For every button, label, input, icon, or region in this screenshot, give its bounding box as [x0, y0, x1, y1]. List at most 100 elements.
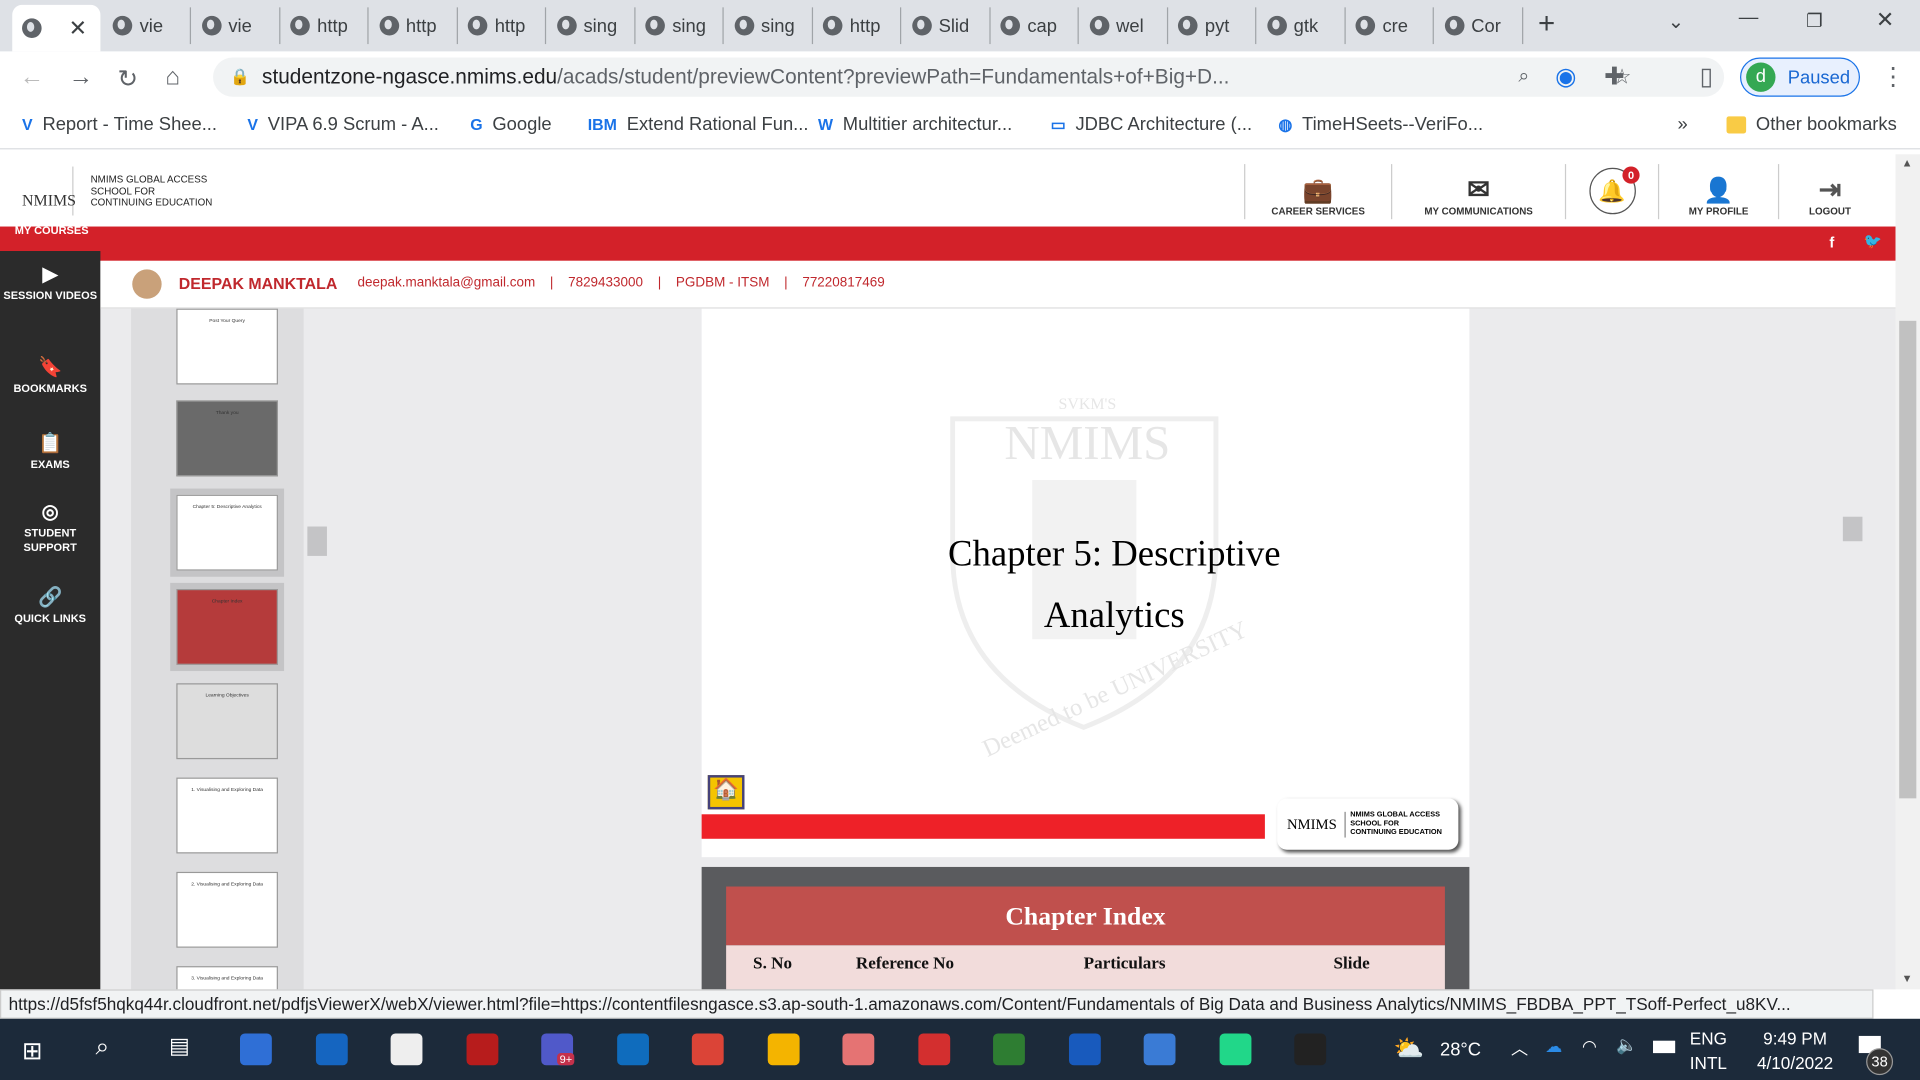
- browser-tab[interactable]: sing: [636, 7, 724, 45]
- taskbar-app-icon[interactable]: [691, 1033, 724, 1066]
- bookmark-item[interactable]: G Google: [470, 114, 551, 135]
- menu-icon[interactable]: ⋮: [1881, 61, 1905, 92]
- bookmarks-overflow[interactable]: »: [1678, 114, 1688, 135]
- wifi-icon[interactable]: ◠: [1582, 1036, 1597, 1057]
- side-panel-icon[interactable]: ▯: [1700, 61, 1713, 92]
- minimize-button[interactable]: —: [1739, 7, 1759, 29]
- bookmark-item[interactable]: W Multitier architectur...: [818, 114, 1012, 135]
- page-scrollbar[interactable]: ▲ ▼: [1895, 154, 1920, 990]
- school-line: SCHOOL FOR: [90, 185, 156, 197]
- forward-icon[interactable]: →: [69, 64, 93, 92]
- browser-tab[interactable]: vie: [103, 7, 192, 45]
- my-profile-link[interactable]: 👤 MY PROFILE: [1657, 164, 1778, 220]
- viewer-scroll-handle[interactable]: [1842, 516, 1863, 542]
- tray-chevron-icon[interactable]: ︿: [1511, 1036, 1528, 1060]
- onedrive-icon[interactable]: ☁: [1545, 1036, 1562, 1057]
- browser-tab[interactable]: http: [458, 7, 547, 45]
- sidebar-item-quick-links[interactable]: 🔗 QUICK LINKS: [0, 588, 100, 625]
- extension-icon[interactable]: ◉: [1555, 61, 1576, 92]
- taskbar-app-icon[interactable]: [1218, 1033, 1251, 1066]
- browser-tab[interactable]: wel: [1079, 7, 1168, 45]
- slide-thumbnail[interactable]: Thank you: [176, 400, 278, 477]
- browser-tab[interactable]: http: [813, 7, 902, 45]
- notifications-button[interactable]: 🔔 0: [1564, 164, 1658, 220]
- slide-thumbnail[interactable]: 3. Visualising and Exploring Data: [176, 966, 278, 990]
- browser-tab[interactable]: pyt: [1168, 7, 1257, 45]
- close-tab-icon[interactable]: ✕: [69, 15, 87, 41]
- sidebar-item-exams[interactable]: 📋 EXAMS: [0, 434, 100, 471]
- tab-favicon-icon: [467, 15, 488, 36]
- zoom-icon[interactable]: ⌕: [1518, 58, 1529, 97]
- logout-link[interactable]: ⇥ LOGOUT: [1777, 164, 1881, 220]
- clock[interactable]: 9:49 PM 4/10/2022: [1746, 1026, 1844, 1075]
- taskbar-app-icon[interactable]: [315, 1033, 348, 1066]
- restore-button[interactable]: ❐: [1806, 10, 1822, 32]
- taskbar-app-icon[interactable]: [390, 1033, 423, 1066]
- battery-icon[interactable]: [1653, 1040, 1676, 1054]
- thumbnail-panel[interactable]: Post Your Query Thank you Chapter 5: Descr…: [131, 308, 304, 990]
- slide-thumbnail[interactable]: Chapter Index: [170, 582, 285, 672]
- browser-tab[interactable]: Cor: [1434, 7, 1523, 45]
- taskbar-app-icon[interactable]: [616, 1033, 649, 1066]
- my-communications-link[interactable]: ✉ MY COMMUNICATIONS: [1391, 164, 1565, 220]
- task-view-icon[interactable]: ▤: [169, 1033, 190, 1059]
- browser-tab[interactable]: vie: [192, 7, 280, 45]
- extensions-puzzle-icon[interactable]: ✚: [1604, 61, 1625, 92]
- browser-tab[interactable]: gtk: [1257, 7, 1346, 45]
- sidebar-item-session-videos[interactable]: ▶ SESSION VIDEOS: [0, 265, 100, 302]
- taskbar-app-icon[interactable]: [465, 1033, 498, 1066]
- weather-icon[interactable]: ⛅: [1393, 1033, 1423, 1064]
- bookmark-item[interactable]: V VIPA 6.9 Scrum - A...: [247, 114, 439, 135]
- language-indicator[interactable]: ENG INTL: [1690, 1026, 1727, 1075]
- search-icon[interactable]: ⌕: [96, 1033, 110, 1061]
- taskbar-app-icon[interactable]: [993, 1033, 1025, 1066]
- tab-search-icon[interactable]: ⌄: [1668, 10, 1684, 34]
- bookmark-item[interactable]: ▭ JDBC Architecture (...: [1051, 114, 1252, 135]
- slide-thumbnail[interactable]: Learning Objectives: [176, 683, 278, 760]
- taskbar-app-icon[interactable]: [767, 1033, 799, 1066]
- taskbar-app-icon[interactable]: [240, 1033, 272, 1066]
- taskbar-app-icon[interactable]: [1068, 1033, 1101, 1066]
- panel-resize-handle[interactable]: [307, 526, 327, 556]
- slide-thumbnail[interactable]: Chapter 5: Descriptive Analytics: [170, 488, 285, 577]
- taskbar-app-icon[interactable]: [842, 1033, 875, 1066]
- browser-tab[interactable]: http: [369, 7, 458, 45]
- reload-icon[interactable]: ↻: [118, 64, 139, 95]
- back-icon[interactable]: ←: [20, 64, 44, 92]
- other-bookmarks[interactable]: Other bookmarks: [1726, 114, 1897, 135]
- slide-thumbnail[interactable]: Post Your Query: [176, 308, 278, 385]
- slide-thumbnail[interactable]: 1. Visualising and Exploring Data: [176, 777, 278, 854]
- browser-tab[interactable]: cap: [991, 7, 1079, 45]
- home-slide-button[interactable]: 🏠: [707, 775, 745, 810]
- browser-tab[interactable]: Slid: [902, 7, 991, 45]
- browser-tab[interactable]: cre: [1346, 7, 1434, 45]
- browser-tab[interactable]: sing: [547, 7, 635, 45]
- tab-active[interactable]: ✕: [12, 4, 101, 52]
- career-services-link[interactable]: 💼 CAREER SERVICES: [1244, 164, 1391, 220]
- slide-thumbnail[interactable]: 2. Visualising and Exploring Data: [176, 871, 278, 948]
- address-bar[interactable]: 🔒 studentzone-ngasce.nmims.edu/acads/stud…: [213, 57, 1725, 97]
- bookmark-item[interactable]: IBM Extend Rational Fun...: [588, 114, 809, 135]
- bookmark-item[interactable]: ◍ TimeHSeets--VeriFo...: [1278, 114, 1483, 135]
- profile-button[interactable]: d Paused: [1740, 57, 1861, 97]
- twitter-icon[interactable]: 🐦: [1864, 233, 1882, 250]
- volume-icon[interactable]: 🔈: [1616, 1035, 1637, 1056]
- temperature[interactable]: 28°C: [1440, 1040, 1481, 1061]
- bookmark-item[interactable]: V Report - Time Shee...: [22, 114, 217, 135]
- taskbar-app-icon[interactable]: [917, 1033, 950, 1066]
- taskbar-app-icon[interactable]: [1143, 1033, 1176, 1066]
- url-host: studentzone-ngasce.nmims.edu: [262, 64, 558, 89]
- close-window-button[interactable]: ✕: [1876, 7, 1894, 33]
- sidebar-item-student-support[interactable]: ◎ STUDENT SUPPORT: [0, 503, 100, 555]
- windows-start-icon[interactable]: ⊞: [22, 1036, 43, 1067]
- browser-tab[interactable]: sing: [724, 7, 813, 45]
- home-icon[interactable]: ⌂: [165, 64, 180, 92]
- my-courses-link[interactable]: MY COURSES: [15, 224, 89, 236]
- browser-tab[interactable]: http: [280, 7, 369, 45]
- nmims-logo[interactable]: NMIMS: [22, 166, 76, 216]
- new-tab-button[interactable]: +: [1538, 7, 1555, 41]
- watermark-main: NMIMS: [1004, 415, 1171, 471]
- facebook-icon[interactable]: f: [1829, 234, 1834, 251]
- sidebar-item-bookmarks[interactable]: 🔖 BOOKMARKS: [0, 358, 100, 395]
- taskbar-app-icon[interactable]: [1294, 1033, 1327, 1066]
